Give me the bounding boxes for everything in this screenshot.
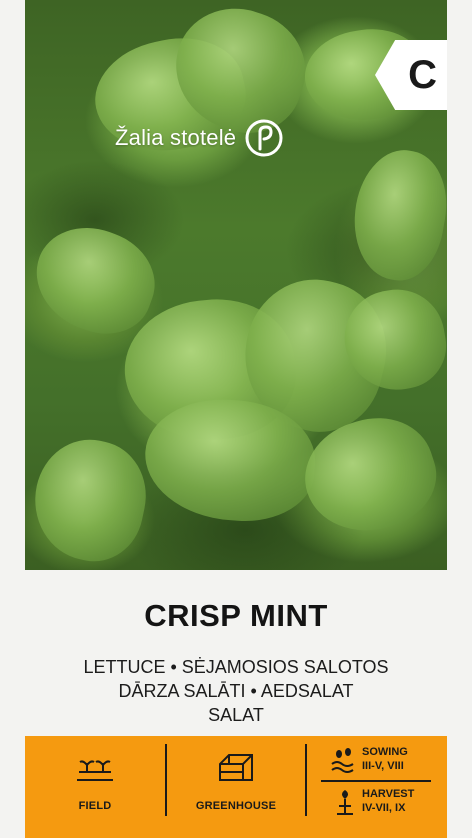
brand-name: Žalia stotelė (115, 125, 237, 150)
greenhouse-label: GREENHOUSE (195, 800, 277, 812)
growing-info-bar: FIELD GREENHOUSE SOWING III-V, VIII HARV… (25, 736, 447, 838)
field-label: FIELD (78, 800, 112, 812)
sowing-months: III-V, VIII (362, 760, 404, 772)
greenhouse-column: GREENHOUSE (167, 736, 305, 838)
subtitle-line-1: LETTUCE • SĖJAMOSIOS SALOTOS (83, 657, 389, 677)
harvest-months: IV-VII, IX (362, 802, 406, 814)
harvest-plant-icon (337, 790, 353, 815)
product-title: CRISP MINT (144, 598, 328, 633)
category-letter: C (408, 52, 437, 97)
harvest-label: HARVEST (362, 788, 415, 800)
greenhouse-icon (219, 754, 253, 781)
divider (305, 744, 307, 816)
harvest-block: HARVEST IV-VII, IX (362, 788, 442, 814)
sowing-label: SOWING (362, 746, 408, 758)
subtitle-line-2: DĀRZA SALĀTI • AEDSALAT (118, 681, 354, 701)
field-column: FIELD (25, 736, 165, 838)
subtitle-line-3: SALAT (208, 705, 264, 725)
brand-lockup: Žalia stotelė (115, 118, 284, 158)
field-sprout-icon (77, 760, 113, 781)
leaf-circle-icon (245, 119, 283, 157)
sowing-seeds-icon (331, 748, 354, 773)
schedule-divider (321, 780, 431, 782)
sowing-block: SOWING III-V, VIII (362, 746, 442, 772)
